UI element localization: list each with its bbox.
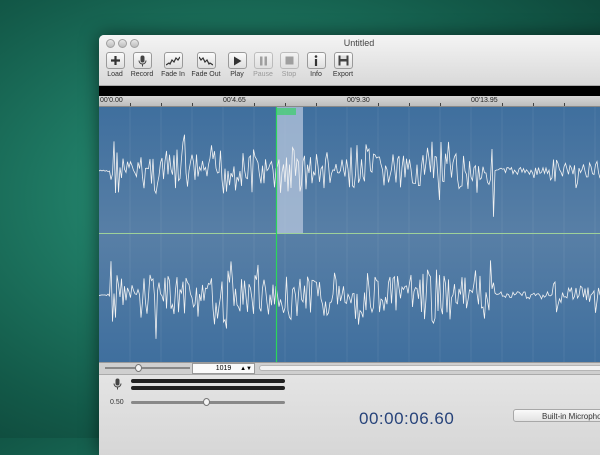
input-level-meter-left (131, 379, 285, 383)
ruler-label: 00'0.00 (100, 97, 123, 104)
play-icon (233, 56, 241, 65)
waveform-canvas[interactable] (99, 107, 600, 362)
waveform-left-channel (99, 134, 600, 217)
zoom-value: 1019 (215, 365, 232, 372)
stop-icon (285, 56, 293, 65)
window-title: Untitled (343, 38, 375, 48)
overview-bar[interactable] (99, 86, 600, 96)
stepper-arrows-icon[interactable]: ▲▼ (240, 364, 252, 374)
plus-icon (110, 56, 120, 65)
scroll-row: 1019 ▲▼ (99, 363, 600, 375)
bottom-panel: 1019 ▲▼ 0.50 00:00:06.60 Built-in Microp… (99, 362, 600, 455)
microphone-icon (138, 55, 146, 66)
horizontal-scrollbar[interactable] (259, 365, 600, 371)
volume-slider-knob[interactable] (203, 398, 210, 406)
zoom-stepper[interactable]: 1019 ▲▼ (192, 363, 255, 374)
fade-in-icon (166, 56, 180, 65)
ruler-label: 00'4.65 (223, 97, 246, 104)
volume-value: 0.50 (110, 399, 124, 406)
zoom-slider-knob[interactable] (135, 364, 142, 372)
input-level-meter-right (131, 386, 285, 390)
microphone-level-icon (113, 378, 122, 390)
waveform-right-channel (99, 260, 600, 339)
pause-icon (259, 56, 267, 65)
waveform-view[interactable] (99, 107, 600, 362)
app-window: Untitled Load Record Fade In Fade Out Pl… (99, 35, 600, 455)
ruler-label: 00'9.30 (347, 97, 370, 104)
export-button[interactable]: Export (327, 52, 359, 78)
input-device-select[interactable]: Built-in Microphone (513, 409, 600, 422)
record-button[interactable]: Record (126, 52, 158, 78)
fade-in-button[interactable]: Fade In (157, 52, 189, 78)
titlebar: Untitled Load Record Fade In Fade Out Pl… (99, 35, 600, 86)
timecode-display: 00:00:06.60 (359, 409, 455, 428)
ruler-label: 00'13.95 (471, 97, 498, 104)
fade-out-icon (199, 56, 213, 65)
playhead-handle[interactable] (276, 108, 296, 115)
fade-out-button[interactable]: Fade Out (190, 52, 222, 78)
info-icon (314, 55, 318, 66)
time-ruler[interactable]: 00'0.00 00'4.65 00'9.30 00'13.95 (99, 96, 600, 107)
floppy-disk-icon (338, 55, 348, 66)
zoom-slider-track[interactable] (105, 367, 190, 369)
